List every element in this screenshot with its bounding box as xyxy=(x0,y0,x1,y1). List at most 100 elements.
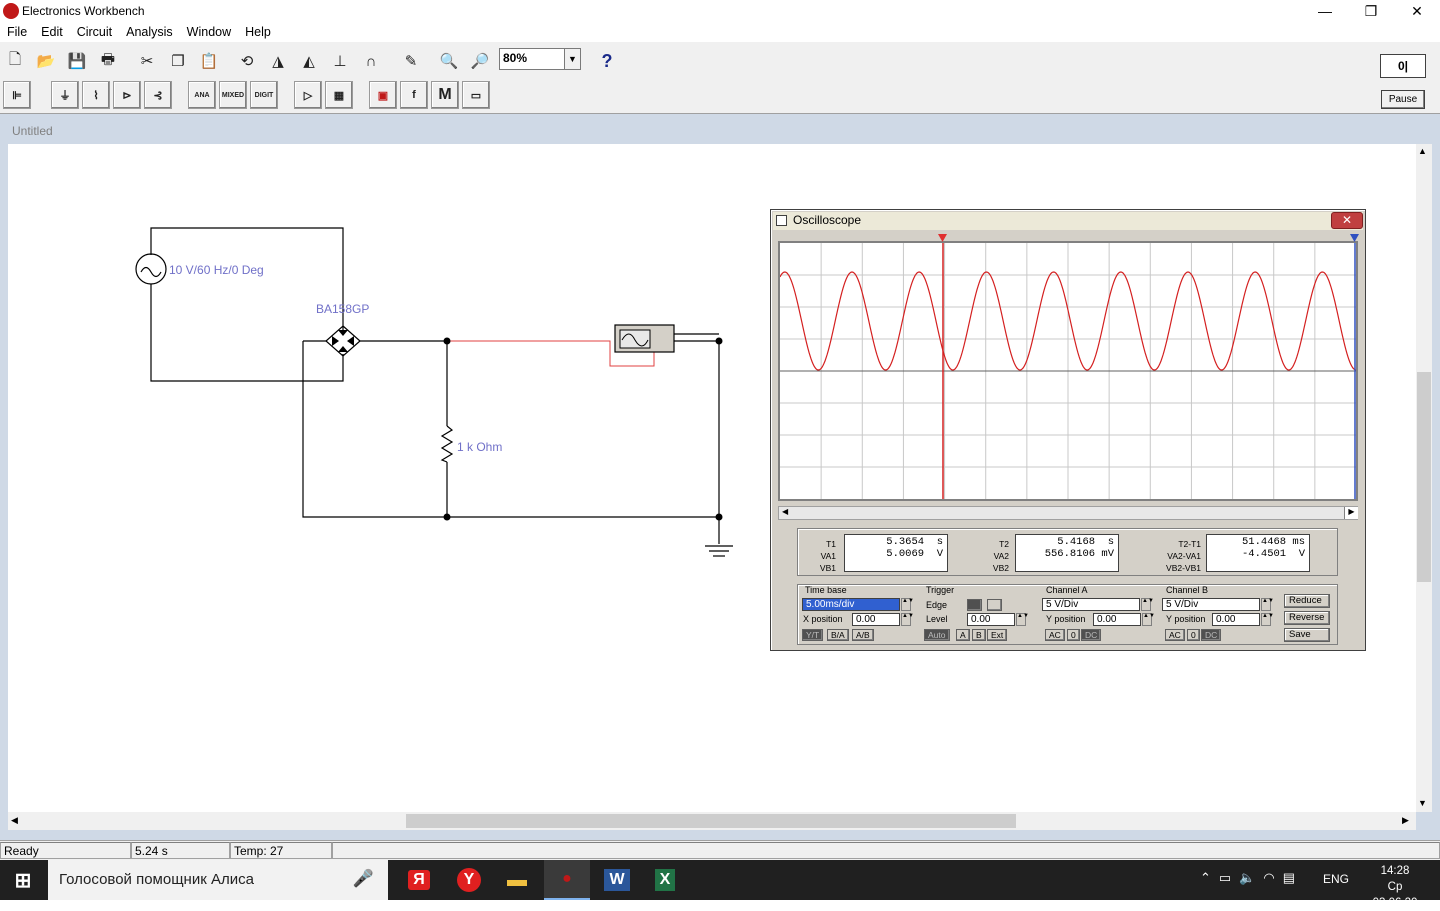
yt-mode-button[interactable]: Y/T xyxy=(802,629,824,641)
start-windows-icon[interactable]: ⊞ xyxy=(0,860,46,900)
trigger-level-field[interactable]: 0.00 xyxy=(967,613,1015,626)
x-position-spinner[interactable]: ▲▼ xyxy=(901,613,914,626)
battery-icon[interactable]: ▭ xyxy=(1219,870,1231,886)
save-button[interactable]: Save xyxy=(1284,628,1330,642)
file-explorer-icon[interactable]: ▬ xyxy=(494,860,540,900)
oscilloscope-hscrollbar[interactable]: ◀ ▶ xyxy=(778,506,1358,520)
channel-b-ac-button[interactable]: AC xyxy=(1165,629,1185,641)
channel-b-scale-field[interactable]: 5 V/Div xyxy=(1162,598,1260,611)
favorites-bin-icon[interactable]: ⊫ xyxy=(3,81,31,109)
wire-source-bottom[interactable] xyxy=(150,284,344,382)
wire-source-top[interactable] xyxy=(150,227,344,332)
wire-bridge-negative[interactable] xyxy=(302,341,447,518)
oscilloscope-screen[interactable] xyxy=(778,241,1358,501)
cut-icon[interactable]: ✂ xyxy=(134,48,160,74)
channel-a-scale-field[interactable]: 5 V/Div xyxy=(1042,598,1140,611)
menu-window[interactable]: Window xyxy=(180,22,238,42)
horizontal-scroll-thumb[interactable] xyxy=(406,814,1016,828)
vertical-scroll-thumb[interactable] xyxy=(1417,372,1431,582)
yandex-app-icon[interactable]: Я xyxy=(396,860,442,900)
channel-b-zero-button[interactable]: 0 xyxy=(1187,629,1200,641)
menu-edit[interactable]: Edit xyxy=(34,22,70,42)
timebase-spinner[interactable]: ▲▼ xyxy=(901,598,914,611)
wifi-icon[interactable]: ◠ xyxy=(1263,870,1274,886)
x-position-field[interactable]: 0.00 xyxy=(852,613,900,626)
channel-b-scale-spinner[interactable]: ▲▼ xyxy=(1261,598,1274,611)
trigger-a-button[interactable]: A xyxy=(956,629,970,641)
logic-gates-bin-icon[interactable]: ▷ xyxy=(294,81,322,109)
minimize-button[interactable]: — xyxy=(1302,0,1348,22)
diodes-bin-icon[interactable]: ⊳ xyxy=(113,81,141,109)
channel-b-dc-button[interactable]: DC xyxy=(1201,629,1222,641)
scroll-left-icon[interactable]: ◀ xyxy=(782,507,788,516)
digital-ics-bin-icon[interactable]: DIGIT xyxy=(250,81,278,109)
resistor-symbol[interactable] xyxy=(440,425,454,463)
pause-button[interactable]: Pause xyxy=(1381,90,1425,109)
sources-bin-icon[interactable]: ⏚ xyxy=(51,81,79,109)
scroll-right-icon[interactable]: ▶ xyxy=(1344,507,1358,519)
menu-file[interactable]: File xyxy=(0,22,34,42)
chevron-down-icon[interactable]: ▼ xyxy=(564,49,580,69)
close-button[interactable]: ✕ xyxy=(1394,0,1440,22)
basic-bin-icon[interactable]: ⌇ xyxy=(82,81,110,109)
electronics-workbench-taskbar-icon[interactable]: ● xyxy=(544,860,590,900)
controls-bin-icon[interactable]: f xyxy=(400,81,428,109)
chevron-up-icon[interactable]: ⌃ xyxy=(1200,870,1211,886)
menu-analysis[interactable]: Analysis xyxy=(119,22,180,42)
transistors-bin-icon[interactable]: ⊰ xyxy=(144,81,172,109)
misc-bin-icon[interactable]: M xyxy=(431,81,459,109)
save-icon[interactable]: 💾 xyxy=(64,48,90,74)
menu-circuit[interactable]: Circuit xyxy=(70,22,119,42)
wire-ground[interactable] xyxy=(446,340,720,518)
channel-a-zero-button[interactable]: 0 xyxy=(1067,629,1080,641)
channel-b-ypos-field[interactable]: 0.00 xyxy=(1212,613,1260,626)
ab-mode-button[interactable]: A/B xyxy=(852,629,874,641)
language-indicator[interactable]: ENG xyxy=(1323,872,1349,886)
scroll-up-icon[interactable]: ▲ xyxy=(1418,146,1427,156)
help-icon[interactable]: ? xyxy=(594,48,620,74)
instruments-bin-icon[interactable]: ▭ xyxy=(462,81,490,109)
rotate-icon[interactable]: ⟲ xyxy=(234,48,260,74)
ba-mode-button[interactable]: B/A xyxy=(827,629,849,641)
wire-bridge-positive[interactable] xyxy=(359,340,448,426)
volume-icon[interactable]: 🔈 xyxy=(1239,870,1255,886)
reverse-button[interactable]: Reverse xyxy=(1284,611,1330,625)
notifications-icon[interactable]: ▤ xyxy=(1283,870,1295,886)
clock[interactable]: 14:28 Ср 03.06.20 xyxy=(1364,863,1426,911)
trigger-ext-button[interactable]: Ext xyxy=(987,629,1008,641)
copy-icon[interactable]: ❐ xyxy=(165,48,191,74)
open-folder-icon[interactable]: 📂 xyxy=(33,48,59,74)
menu-help[interactable]: Help xyxy=(238,22,278,42)
oscilloscope-close-button[interactable]: ✕ xyxy=(1331,212,1363,229)
scroll-right-icon[interactable]: ▶ xyxy=(1402,815,1409,826)
word-icon[interactable]: W xyxy=(594,860,640,900)
flip-horizontal-icon[interactable]: ◮ xyxy=(265,48,291,74)
reduce-button[interactable]: Reduce xyxy=(1284,594,1330,608)
channel-a-dc-button[interactable]: DC xyxy=(1081,629,1102,641)
excel-icon[interactable]: X xyxy=(642,860,688,900)
microphone-icon[interactable]: 🎤 xyxy=(353,869,374,889)
yandex-browser-icon[interactable]: Y xyxy=(446,860,492,900)
component-properties-icon[interactable]: ⊥ xyxy=(327,48,353,74)
channel-a-ypos-spinner[interactable]: ▲▼ xyxy=(1142,613,1155,626)
maximize-button[interactable]: ❐ xyxy=(1348,0,1394,22)
mixed-ics-bin-icon[interactable]: MIXED xyxy=(219,81,247,109)
paste-icon[interactable]: 📋 xyxy=(196,48,222,74)
indicators-bin-icon[interactable]: ▣ xyxy=(369,81,397,109)
zoom-out-icon[interactable]: 🔍 xyxy=(436,48,462,74)
trigger-b-button[interactable]: B xyxy=(972,629,986,641)
taskbar-search[interactable]: Голосовой помощник Алиса 🎤 xyxy=(48,860,388,900)
scroll-down-icon[interactable]: ▼ xyxy=(1418,798,1427,808)
trigger-auto-button[interactable]: Auto xyxy=(924,629,950,641)
channel-b-ypos-spinner[interactable]: ▲▼ xyxy=(1261,613,1274,626)
wand-icon[interactable]: ✎ xyxy=(398,48,424,74)
channel-a-ypos-field[interactable]: 0.00 xyxy=(1093,613,1141,626)
scroll-left-icon[interactable]: ◀ xyxy=(11,815,18,826)
timebase-field[interactable]: 5.00ms/div xyxy=(802,598,900,611)
ac-source-symbol[interactable] xyxy=(135,253,167,285)
zoom-in-icon[interactable]: 🔎 xyxy=(467,48,493,74)
digital-bin-icon[interactable]: ▦ xyxy=(325,81,353,109)
power-switch-icon[interactable]: 0| xyxy=(1380,54,1426,78)
flip-vertical-icon[interactable]: ◭ xyxy=(296,48,322,74)
channel-a-scale-spinner[interactable]: ▲▼ xyxy=(1141,598,1154,611)
